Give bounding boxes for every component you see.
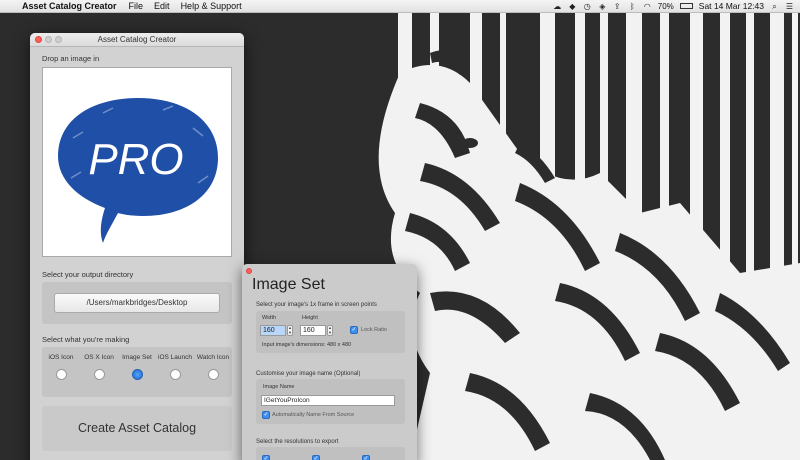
image-name-section-label: Customise your image name (Optional) bbox=[256, 371, 361, 377]
notification-center-icon[interactable]: ☰ bbox=[785, 2, 794, 11]
type-label: Watch Icon bbox=[196, 354, 230, 361]
resolution-1x-checkbox[interactable]: ✓ bbox=[262, 455, 270, 460]
pro-logo-image: PRO bbox=[58, 98, 218, 243]
search-icon[interactable]: ⌕ bbox=[770, 2, 779, 11]
battery-icon[interactable] bbox=[679, 3, 693, 9]
width-stepper[interactable]: ▲ ▼ bbox=[287, 325, 293, 336]
height-label: Height bbox=[302, 315, 318, 321]
type-option-watch-icon[interactable]: Watch Icon bbox=[194, 354, 232, 380]
shield-icon[interactable]: ◈ bbox=[598, 2, 607, 11]
resolutions-box: ✓ ✓ ✓ bbox=[256, 447, 405, 460]
close-button[interactable] bbox=[35, 36, 42, 43]
clock-icon[interactable]: ◷ bbox=[583, 2, 592, 11]
output-directory-button[interactable]: /Users/markbridges/Desktop bbox=[54, 293, 220, 313]
output-directory-label: Select your output directory bbox=[42, 270, 134, 279]
wifi-icon[interactable]: ◠ bbox=[643, 2, 652, 11]
menu-file[interactable]: File bbox=[129, 1, 144, 11]
menubar-datetime[interactable]: Sat 14 Mar 12:43 bbox=[699, 1, 764, 11]
width-label: Width bbox=[262, 315, 277, 321]
radio-ios-icon[interactable] bbox=[55, 369, 67, 380]
type-option-ios-launch[interactable]: iOS Launch bbox=[156, 354, 194, 380]
type-label: iOS Launch bbox=[158, 354, 192, 361]
panel-close-button[interactable] bbox=[246, 268, 252, 274]
radio-ios-launch[interactable] bbox=[169, 369, 181, 380]
type-option-image-set[interactable]: Image Set bbox=[118, 354, 156, 380]
image-name-label: Image Name bbox=[263, 384, 295, 390]
type-label: iOS Icon bbox=[48, 354, 74, 361]
radio-osx-icon[interactable] bbox=[93, 369, 105, 380]
output-directory-box: /Users/markbridges/Desktop bbox=[42, 282, 232, 324]
image-drop-zone[interactable]: PRO bbox=[42, 67, 232, 257]
battery-percent[interactable]: 70% bbox=[658, 2, 674, 11]
upload-icon[interactable]: ⇪ bbox=[613, 2, 622, 11]
height-input[interactable]: 160 bbox=[300, 325, 326, 336]
resolution-3x-checkbox[interactable]: ✓ bbox=[362, 455, 370, 460]
status-tray: ☁ ◆ ◷ ◈ ⇪ ᛒ ◠ 70% Sat 14 Mar 12:43 ⌕ ☰ bbox=[553, 1, 800, 11]
window-controls bbox=[35, 36, 62, 43]
minimize-button[interactable] bbox=[45, 36, 52, 43]
window-title: Asset Catalog Creator bbox=[97, 35, 177, 44]
cloud-icon[interactable]: ☁ bbox=[553, 2, 562, 11]
zoom-button[interactable] bbox=[55, 36, 62, 43]
type-label: Image Set bbox=[122, 354, 152, 361]
dropbox-icon[interactable]: ◆ bbox=[568, 2, 577, 11]
auto-name-label: Automatically Name From Source bbox=[272, 412, 355, 418]
panel-title: Image Set bbox=[252, 276, 325, 293]
logo-text: PRO bbox=[88, 135, 183, 184]
input-dimensions-text: Input image's dimensions: 480 x 480 bbox=[262, 342, 352, 348]
image-name-input[interactable]: IGetYouProIcon bbox=[261, 395, 395, 406]
lock-ratio-checkbox[interactable]: ✓ bbox=[350, 326, 358, 334]
radio-image-set[interactable] bbox=[131, 369, 143, 380]
type-select-label: Select what you're making bbox=[42, 335, 130, 344]
window-titlebar[interactable]: Asset Catalog Creator bbox=[30, 33, 244, 47]
menu-help-support[interactable]: Help & Support bbox=[181, 1, 242, 11]
resolutions-label: Select the resolutions to export bbox=[256, 439, 339, 445]
type-option-ios-icon[interactable]: iOS Icon bbox=[42, 354, 80, 380]
frame-size-box: Width Height 160 ▲ ▼ 160 ▲ ▼ ✓ Lock Ratio … bbox=[256, 311, 405, 353]
asset-catalog-window: Asset Catalog Creator Drop an image in P… bbox=[30, 33, 244, 460]
type-selector: iOS Icon OS X Icon Image Set iOS Launch … bbox=[42, 347, 232, 397]
menu-bar: Asset Catalog Creator File Edit Help & S… bbox=[0, 0, 800, 13]
width-input[interactable]: 160 bbox=[260, 325, 286, 336]
lock-ratio-label: Lock Ratio bbox=[361, 327, 387, 333]
image-name-box: Image Name IGetYouProIcon ✓ Automaticall… bbox=[256, 379, 405, 424]
type-option-osx-icon[interactable]: OS X Icon bbox=[80, 354, 118, 380]
menu-edit[interactable]: Edit bbox=[154, 1, 170, 11]
create-asset-catalog-button[interactable]: Create Asset Catalog bbox=[42, 406, 232, 451]
auto-name-checkbox[interactable]: ✓ bbox=[262, 411, 270, 419]
type-label: OS X Icon bbox=[84, 354, 114, 361]
drop-image-label: Drop an image in bbox=[42, 54, 100, 63]
frame-size-label: Select your image's 1x frame in screen p… bbox=[256, 302, 377, 308]
image-set-panel: Image Set Select your image's 1x frame i… bbox=[242, 264, 417, 460]
height-stepper[interactable]: ▲ ▼ bbox=[327, 325, 333, 336]
bluetooth-icon[interactable]: ᛒ bbox=[628, 2, 637, 11]
resolution-2x-checkbox[interactable]: ✓ bbox=[312, 455, 320, 460]
menu-app-name[interactable]: Asset Catalog Creator bbox=[22, 1, 117, 11]
radio-watch-icon[interactable] bbox=[207, 369, 219, 380]
